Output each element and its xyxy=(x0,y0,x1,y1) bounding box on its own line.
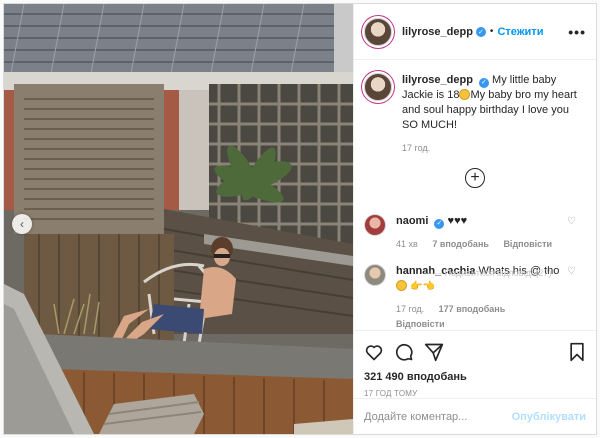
heart-icon[interactable] xyxy=(364,342,384,362)
verified-check-icon: ✓ xyxy=(434,218,445,229)
comment-item: naomi ✓ ♥♥♥ 41 хв 7 вподобань Відповісти… xyxy=(364,214,586,252)
post-actions: 321 490 вподобань 17 ГОД ТОМУ xyxy=(354,330,596,398)
comment-like-heart-icon[interactable]: ♡ xyxy=(567,216,576,227)
post-date[interactable]: 17 ГОД ТОМУ xyxy=(364,389,586,398)
caption-body: lilyrose_depp ✓ My little baby Jackie is… xyxy=(402,73,586,156)
comment-meta: 41 хв 7 вподобань Відповісти xyxy=(396,237,586,252)
publish-button[interactable]: Опублікувати xyxy=(512,411,586,423)
rooftop-photo-illustration xyxy=(4,4,353,434)
commenter-avatar[interactable] xyxy=(364,264,386,286)
caption-meta: 17 год. xyxy=(402,141,586,156)
more-options-icon[interactable]: ••• xyxy=(568,24,586,40)
comment-likes[interactable]: 177 вподобань xyxy=(439,304,506,314)
previous-photo-button[interactable]: ‹ xyxy=(12,214,32,234)
plus-circle-icon[interactable]: + xyxy=(465,168,485,188)
commenter-username[interactable]: naomi xyxy=(396,215,428,227)
view-replies-partial[interactable]: —— Подивитися відповіді (27) xyxy=(424,268,551,278)
author-username[interactable]: lilyrose_depp xyxy=(402,26,473,38)
post-side-panel: lilyrose_depp ✓ • Стежити ••• lilyrose_d… xyxy=(353,4,596,434)
post-photo: ‹ xyxy=(4,4,353,434)
comment-like-heart-icon[interactable]: ♡ xyxy=(567,266,576,277)
comment-time[interactable]: 17 год. xyxy=(396,304,424,314)
caption: lilyrose_depp ✓ My little baby Jackie is… xyxy=(364,73,586,156)
bookmark-icon[interactable] xyxy=(568,342,586,362)
verified-check-icon: ✓ xyxy=(478,77,489,88)
post-header: lilyrose_depp ✓ • Стежити ••• xyxy=(354,4,596,60)
pleading-face-emoji-icon xyxy=(459,89,471,100)
separator-dot: • xyxy=(489,26,494,37)
smirk-emoji-icon xyxy=(396,280,407,291)
comments-list[interactable]: lilyrose_depp ✓ My little baby Jackie is… xyxy=(354,61,596,329)
comment-body: naomi ✓ ♥♥♥ 41 хв 7 вподобань Відповісти xyxy=(396,214,586,252)
comment-likes[interactable]: 7 вподобань xyxy=(432,239,489,249)
caption-username[interactable]: lilyrose_depp xyxy=(402,74,473,86)
add-comment-bar: Опублікувати xyxy=(354,398,596,434)
reply-button[interactable]: Відповісти xyxy=(396,319,445,329)
comment-text: ♥♥♥ xyxy=(447,215,468,227)
verified-check-icon: ✓ xyxy=(475,26,486,37)
reply-button[interactable]: Відповісти xyxy=(503,239,552,249)
comment-icon[interactable] xyxy=(394,342,414,362)
comment-time[interactable]: 41 хв xyxy=(396,239,418,249)
load-more-comments: + xyxy=(364,168,586,188)
author-avatar[interactable] xyxy=(364,17,392,46)
caption-time[interactable]: 17 год. xyxy=(402,143,430,153)
caption-avatar[interactable] xyxy=(364,73,392,101)
pointing-hand-icon: 👉👈 xyxy=(410,281,435,292)
follow-button[interactable]: Стежити xyxy=(497,26,543,38)
action-icons xyxy=(364,339,586,365)
paper-plane-icon[interactable] xyxy=(424,342,444,362)
post-modal: ‹ lilyrose_depp ✓ • Стежити ••• lilyrose… xyxy=(3,3,597,435)
comment-meta: 17 год. 177 вподобань Відповісти xyxy=(396,302,586,329)
chevron-left-icon: ‹ xyxy=(20,216,24,231)
commenter-avatar[interactable] xyxy=(364,214,386,236)
comment-input[interactable] xyxy=(364,410,512,423)
likes-count[interactable]: 321 490 вподобань xyxy=(364,371,586,383)
